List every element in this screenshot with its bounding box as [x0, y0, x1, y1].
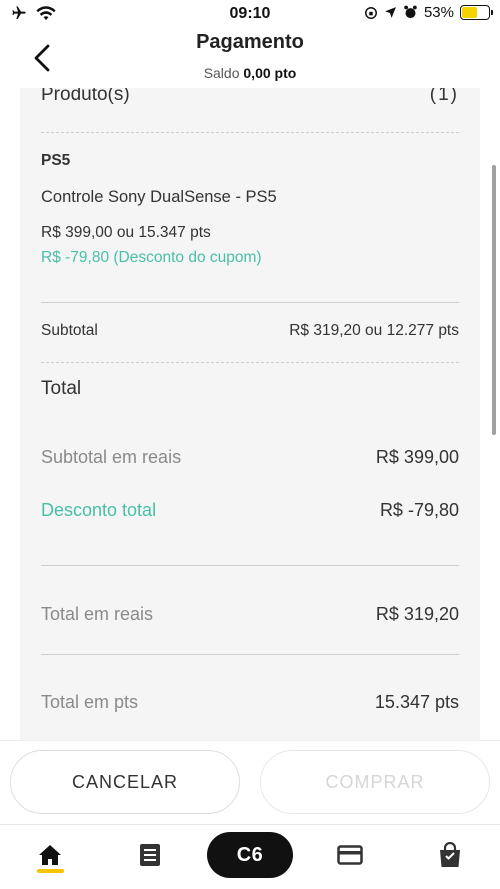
total-pts-value: 15.347 pts	[374, 692, 459, 712]
divider	[41, 302, 459, 303]
divider	[41, 654, 459, 655]
products-title: Produto(s)	[41, 88, 130, 105]
divider	[41, 362, 459, 363]
subtotal-value: R$ 319,20 ou 12.277 pts	[289, 322, 459, 339]
nav-item-cards[interactable]	[320, 825, 380, 885]
product-category: PS5	[41, 152, 71, 169]
subtotal-reais-row: Subtotal em reais R$ 399,00	[41, 447, 459, 468]
coupon-discount: R$ -79,80 (Desconto do cupom)	[41, 249, 262, 266]
coupon-discount-row: R$ -79,80 (Desconto do cupom)	[41, 249, 459, 267]
home-icon	[39, 845, 61, 865]
status-bar: 09:10 53%	[0, 0, 500, 28]
page-title: Pagamento	[196, 31, 304, 53]
header: Pagamento Saldo 0,00 pto	[0, 28, 500, 88]
total-pts-row: Total em pts 15.347 pts	[41, 692, 459, 713]
total-reais-value: R$ 319,20	[375, 604, 459, 624]
balance-line: Saldo 0,00 pto	[0, 65, 500, 81]
discount-total-value: R$ -79,80	[379, 500, 459, 520]
total-title-row: Total	[41, 378, 459, 400]
product-price-row: R$ 399,00 ou 15.347 pts	[41, 224, 459, 242]
status-right: 53%	[364, 4, 493, 21]
product-name-row: Controle Sony DualSense - PS5	[41, 188, 459, 207]
product-category-row: PS5	[41, 152, 459, 170]
nav-item-home[interactable]	[20, 825, 80, 885]
nav-item-shop[interactable]	[420, 825, 480, 885]
nav-item-statement[interactable]	[120, 825, 180, 885]
discount-total-row: Desconto total R$ -79,80	[41, 500, 459, 521]
buy-button[interactable]: COMPRAR	[260, 750, 490, 814]
balance-label: Saldo	[203, 65, 240, 81]
screen-lock-icon	[364, 6, 377, 19]
subtotal-reais-label: Subtotal em reais	[41, 447, 182, 467]
shopping-bag-icon	[440, 842, 460, 867]
receipt-icon	[140, 844, 160, 866]
card-icon	[337, 845, 363, 865]
nav-item-c6[interactable]: C6	[207, 832, 293, 878]
cancel-button[interactable]: CANCELAR	[10, 750, 240, 814]
product-name: Controle Sony DualSense - PS5	[41, 188, 277, 206]
subtotal-reais-value: R$ 399,00	[375, 447, 459, 467]
divider	[41, 132, 459, 133]
subtotal-row: Subtotal R$ 319,20 ou 12.277 pts	[41, 322, 459, 340]
discount-total-label: Desconto total	[41, 500, 157, 520]
subtotal-label: Subtotal	[41, 322, 98, 339]
bottom-nav: C6	[0, 824, 500, 889]
total-title: Total	[41, 378, 82, 399]
products-header: Produto(s) (1)	[41, 88, 459, 106]
divider	[41, 565, 459, 566]
products-count: (1)	[429, 88, 459, 105]
active-tab-indicator	[37, 869, 64, 873]
order-summary-card: Produto(s) (1) PS5 Controle Sony DualSen…	[20, 88, 480, 740]
total-reais-row: Total em reais R$ 319,20	[41, 604, 459, 625]
total-reais-label: Total em reais	[41, 604, 154, 624]
location-icon	[385, 7, 396, 18]
battery-icon	[460, 5, 493, 20]
total-pts-label: Total em pts	[41, 692, 139, 712]
product-price: R$ 399,00 ou 15.347 pts	[41, 224, 211, 241]
scrollbar[interactable]	[492, 165, 496, 435]
action-footer: CANCELAR COMPRAR	[0, 740, 500, 824]
balance-value: 0,00 pto	[243, 65, 297, 81]
alarm-icon	[404, 5, 417, 19]
battery-percentage: 53%	[423, 4, 454, 21]
